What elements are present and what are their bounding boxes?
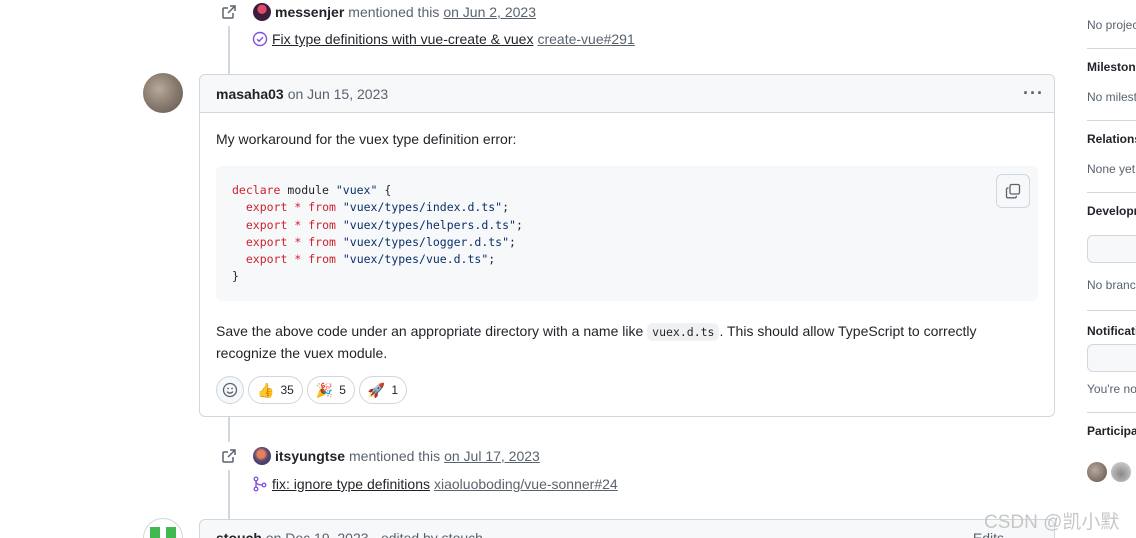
avatar[interactable] — [253, 447, 271, 465]
reference-title[interactable]: fix: ignore type definitions — [272, 476, 430, 492]
reference-repo[interactable]: create-vue#291 — [537, 31, 634, 47]
divider — [1087, 48, 1136, 49]
pr-merged-check-icon — [252, 31, 268, 47]
reference-item-1[interactable]: Fix type definitions with vue-create & v… — [252, 31, 635, 47]
sidebar-notifications-text: You're no — [1087, 382, 1136, 396]
reaction-hooray[interactable]: 🎉 5 — [306, 376, 355, 404]
external-link-icon — [215, 0, 243, 26]
watermark: CSDN @凯小默 — [984, 512, 1120, 533]
divider — [1087, 120, 1136, 121]
event-user[interactable]: messenjer — [275, 4, 344, 20]
subscribe-button[interactable] — [1087, 344, 1136, 372]
reactions-bar: 👍 35 🎉 5 🚀 1 — [216, 376, 1038, 404]
comment-outro: Save the above code under an appropriate… — [216, 323, 977, 361]
create-branch-button[interactable] — [1087, 235, 1136, 263]
sidebar-notifications-title: Notificati — [1087, 324, 1136, 338]
reference-item-2[interactable]: fix: ignore type definitions xiaoluobodi… — [252, 476, 618, 492]
comment-header: masaha03 on Jun 15, 2023 ··· — [200, 75, 1054, 113]
divider — [1087, 412, 1136, 413]
mention-event-2: itsyungtse mentioned this on Jul 17, 202… — [215, 442, 540, 470]
participant-avatar[interactable] — [1111, 462, 1131, 482]
git-merge-icon — [252, 476, 268, 492]
sidebar-milestone-text: No milest — [1087, 90, 1136, 104]
comment-date[interactable]: on Jun 15, 2023 — [288, 86, 388, 102]
reference-repo[interactable]: xiaoluoboding/vue-sonner#24 — [434, 476, 618, 492]
code-block: declare module "vuex" { export * from "v… — [216, 166, 1038, 301]
sidebar-participants-title: Participan — [1087, 424, 1136, 438]
add-reaction-button[interactable] — [216, 376, 244, 404]
comment-box-next: stouch on Dec 19, 2023 · edited by stouc… — [199, 519, 1055, 538]
event-date-link[interactable]: on Jul 17, 2023 — [444, 448, 540, 464]
mention-event-1: messenjer mentioned this on Jun 2, 2023 — [215, 0, 536, 26]
event-user[interactable]: itsyungtse — [275, 448, 345, 464]
comment-date[interactable]: on Dec 19, 2023 — [266, 530, 369, 538]
comment-body: My workaround for the vuex type definiti… — [200, 113, 1054, 420]
sidebar-relations-text: None yet — [1087, 162, 1136, 176]
divider — [1087, 310, 1136, 311]
sidebar-development-title[interactable]: Developm — [1087, 204, 1136, 218]
comment-author[interactable]: masaha03 — [216, 86, 284, 102]
reference-title[interactable]: Fix type definitions with vue-create & v… — [272, 31, 533, 47]
reaction-rocket[interactable]: 🚀 1 — [358, 376, 408, 404]
sidebar-relations-title[interactable]: Relations — [1087, 132, 1136, 146]
copy-icon — [1005, 183, 1021, 199]
sidebar-projects-text: No projec — [1087, 18, 1136, 32]
reaction-thumbs-up[interactable]: 👍 35 — [248, 376, 303, 404]
comment-intro: My workaround for the vuex type definiti… — [216, 131, 517, 147]
event-action: mentioned this — [348, 4, 440, 20]
comment-author[interactable]: stouch — [216, 530, 262, 538]
smiley-icon — [222, 382, 238, 398]
sidebar-development-text: No branc — [1087, 278, 1136, 292]
more-options-icon[interactable]: ··· — [1023, 83, 1044, 104]
avatar[interactable] — [253, 3, 271, 21]
copy-button[interactable] — [996, 174, 1030, 208]
event-date-link[interactable]: on Jun 2, 2023 — [443, 4, 536, 20]
comment-edited[interactable]: · edited by stouch — [372, 530, 483, 538]
participant-avatar[interactable] — [1087, 462, 1107, 482]
event-action: mentioned this — [349, 448, 441, 464]
sidebar-milestone-title[interactable]: Milestone — [1087, 60, 1136, 74]
avatar[interactable] — [143, 518, 183, 538]
comment-box: masaha03 on Jun 15, 2023 ··· My workarou… — [199, 74, 1055, 417]
external-link-icon — [215, 442, 243, 470]
inline-code: vuex.d.ts — [647, 323, 720, 341]
divider — [1087, 192, 1136, 193]
avatar[interactable] — [143, 73, 183, 113]
